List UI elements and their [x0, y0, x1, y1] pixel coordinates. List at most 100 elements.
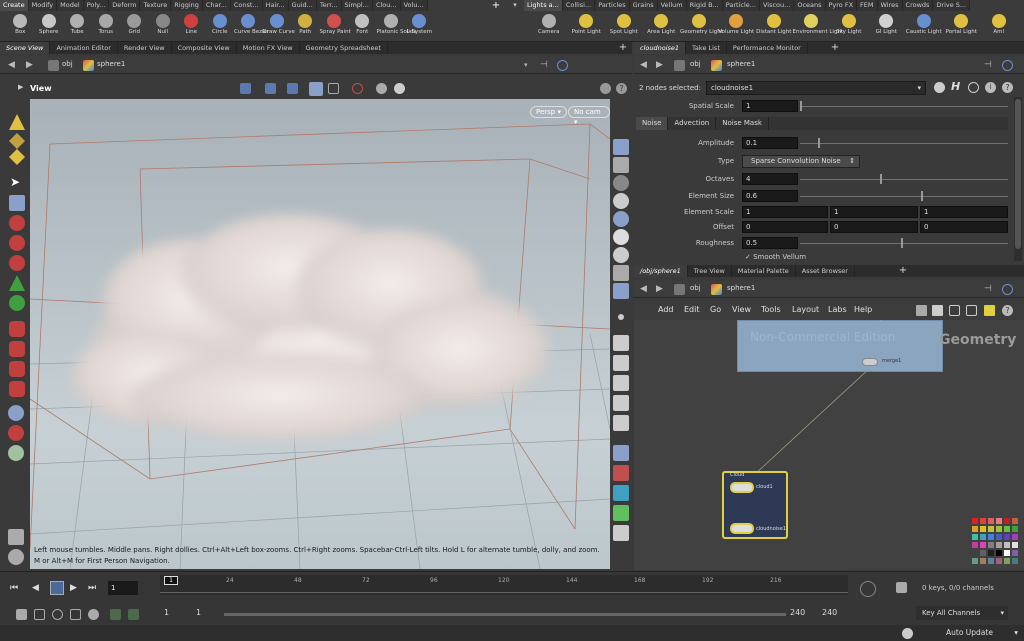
shelf-tab-right[interactable]: Drive S...	[933, 0, 971, 11]
chat-icon[interactable]	[902, 628, 913, 639]
network-menu-item[interactable]: Add	[658, 305, 674, 314]
snap-icon[interactable]	[376, 83, 387, 94]
color-swatch[interactable]	[988, 534, 994, 540]
pane-tab[interactable]: Tree View	[688, 265, 732, 277]
cloud-node[interactable]	[730, 482, 754, 493]
color-swatch[interactable]	[980, 518, 986, 524]
display-12-icon[interactable]	[613, 415, 629, 431]
shelf-tool[interactable]: Spray Paint	[320, 11, 351, 42]
select-mode-icon[interactable]	[9, 114, 25, 130]
range-tool-5-icon[interactable]	[88, 609, 99, 620]
color-swatch[interactable]	[980, 558, 986, 564]
sticky-icon[interactable]	[8, 549, 24, 565]
forward-arrow-icon[interactable]: ▶	[26, 60, 33, 71]
channels-icon[interactable]	[896, 582, 907, 593]
display-mode-icon[interactable]	[8, 529, 24, 545]
handle-tool-2-icon[interactable]	[9, 295, 25, 311]
gear-icon[interactable]	[394, 83, 405, 94]
color-swatch[interactable]	[980, 550, 986, 556]
render-mode-icon[interactable]	[8, 445, 24, 461]
network-menu-item[interactable]: Help	[854, 305, 872, 314]
shelf-tab-right[interactable]: Crowds	[902, 0, 934, 11]
color-swatch[interactable]	[1004, 550, 1010, 556]
color-swatch[interactable]	[996, 526, 1002, 532]
range-tool-6-icon[interactable]	[110, 609, 121, 620]
spatial-scale-slider[interactable]	[800, 101, 1008, 111]
cloudnoise-node[interactable]	[730, 523, 754, 534]
light-2-icon[interactable]	[613, 229, 629, 245]
lock-tool-icon[interactable]	[9, 195, 25, 211]
color-swatch[interactable]	[996, 518, 1002, 524]
network-add-tab-button[interactable]: +	[896, 265, 910, 277]
camera-view-icon[interactable]	[309, 82, 323, 96]
shelf-tab-left[interactable]: Poly...	[83, 0, 110, 11]
param-help-icon[interactable]: ?	[1002, 82, 1013, 93]
color-swatch[interactable]	[988, 526, 994, 532]
network-menu-item[interactable]: Labs	[828, 305, 847, 314]
path-dropdown-icon[interactable]: ▾	[524, 60, 528, 71]
pane-tab[interactable]: Scene View	[0, 42, 51, 54]
color-swatch[interactable]	[972, 542, 978, 548]
shelf-tool[interactable]: Null	[149, 11, 178, 42]
shelf-tab-left[interactable]: Modify	[28, 0, 58, 11]
shelf-tab-left[interactable]: Volu...	[400, 0, 428, 11]
color-swatch[interactable]	[988, 542, 994, 548]
display-11-icon[interactable]	[613, 395, 629, 411]
path-root[interactable]: obj	[62, 60, 73, 68]
param-link-icon[interactable]	[1002, 60, 1013, 71]
element-scale-y-field[interactable]: 1	[830, 206, 918, 218]
color-swatch[interactable]	[988, 550, 994, 556]
help-icon[interactable]: ?	[616, 83, 627, 94]
shelf-tool[interactable]: Spot Light	[605, 11, 643, 42]
param-pane-add-tab-button[interactable]: +	[828, 42, 842, 54]
offset-x-field[interactable]: 0	[742, 221, 828, 233]
color-swatch[interactable]	[980, 526, 986, 532]
network-menu-item[interactable]: View	[732, 305, 751, 314]
net-link-icon[interactable]	[1002, 284, 1013, 295]
step-back-icon[interactable]: ◀	[32, 583, 39, 593]
shelf-tool[interactable]: Aml	[980, 11, 1018, 42]
network-menu-item[interactable]: Tools	[761, 305, 781, 314]
brush-tool-icon[interactable]	[9, 235, 25, 251]
shelf-tool[interactable]: Volume Light	[718, 11, 756, 42]
range-tool-7-icon[interactable]	[128, 609, 139, 620]
display-17-icon[interactable]	[613, 525, 629, 541]
param-info-icon[interactable]: i	[985, 82, 996, 93]
roughness-slider[interactable]	[800, 238, 1008, 248]
net-path-node[interactable]: sphere1	[727, 284, 755, 292]
magnet-3-icon[interactable]	[9, 361, 25, 377]
network-menu-item[interactable]: Layout	[792, 305, 819, 314]
shelf-tool[interactable]: Box	[6, 11, 35, 42]
color-swatch[interactable]	[988, 518, 994, 524]
stop-button[interactable]	[50, 581, 64, 595]
shelf-tab-right[interactable]: Particles	[595, 0, 630, 11]
spatial-scale-field[interactable]: 1	[742, 100, 798, 112]
display-7-icon[interactable]	[618, 314, 624, 320]
param-subtab[interactable]: Noise	[636, 117, 669, 130]
viewport-gear-icon[interactable]	[600, 83, 611, 94]
light-1-icon[interactable]	[613, 211, 629, 227]
param-path-root[interactable]: obj	[690, 60, 701, 68]
shelf-tab-left[interactable]: Char...	[202, 0, 231, 11]
display-16-icon[interactable]	[613, 505, 629, 521]
param-path-node[interactable]: sphere1	[727, 60, 755, 68]
shelf-tool[interactable]: Sky Light	[830, 11, 868, 42]
shelf-tab-right[interactable]: Viscou...	[759, 0, 795, 11]
shelf-tab-right[interactable]: Vellum	[657, 0, 687, 11]
shelf-tab-left[interactable]: Simpl...	[341, 0, 373, 11]
magnet-4-icon[interactable]	[9, 381, 25, 397]
net-pin-icon[interactable]: ⊣	[984, 284, 992, 295]
color-swatch[interactable]	[996, 550, 1002, 556]
display-8-icon[interactable]	[613, 335, 629, 351]
jump-end-icon[interactable]: ⏭	[88, 583, 96, 593]
type-dropdown[interactable]: Sparse Convolution Noise ⇕	[742, 155, 860, 168]
display-15-icon[interactable]	[613, 485, 629, 501]
shelf-tool[interactable]: Point Light	[568, 11, 606, 42]
shelf-tab-right[interactable]: FEM	[857, 0, 878, 11]
magnet-2-icon[interactable]	[9, 341, 25, 357]
shelf-tab-left[interactable]: Texture	[140, 0, 172, 11]
pane-tab[interactable]: Composite View	[172, 42, 237, 54]
shelf-tab-left[interactable]: Terr...	[316, 0, 342, 11]
shelf-tool[interactable]: Font	[348, 11, 377, 42]
shelf-tool[interactable]: GI Light	[868, 11, 906, 42]
